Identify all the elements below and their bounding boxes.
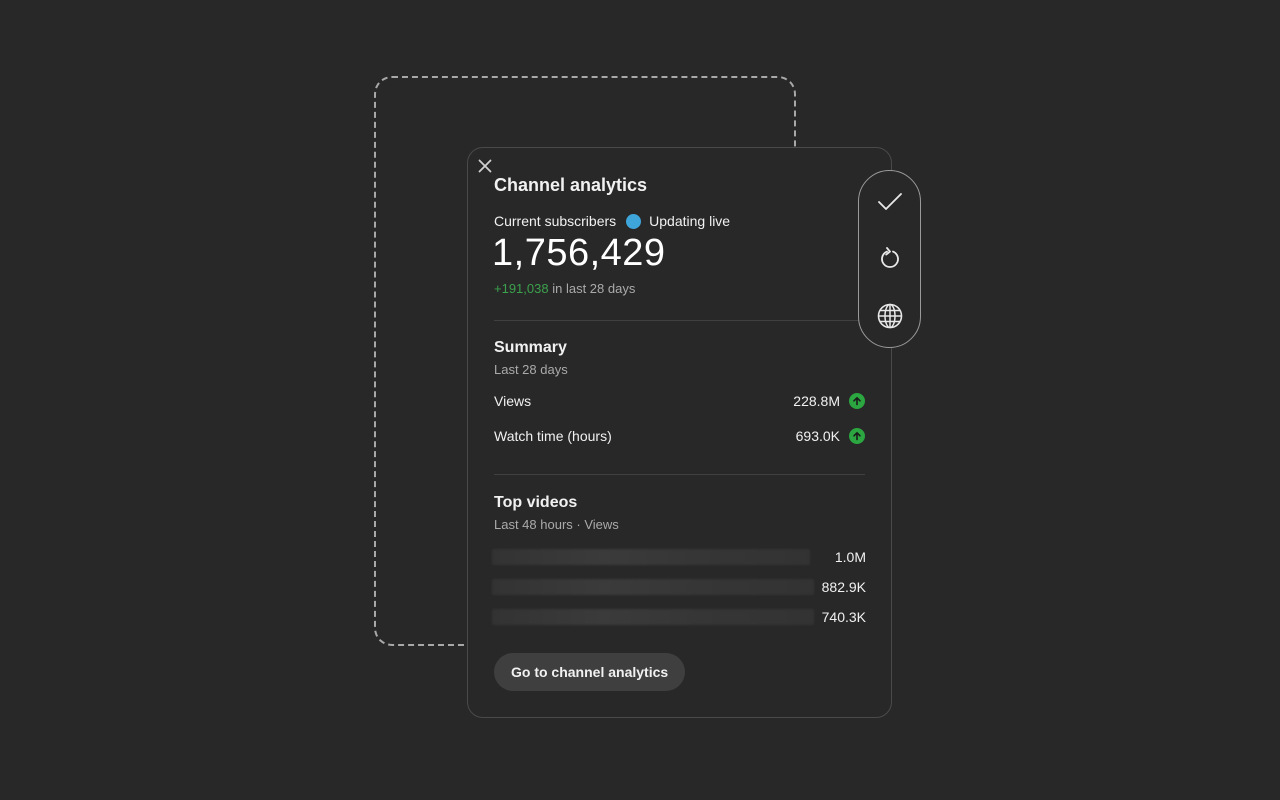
delta-suffix: in last 28 days <box>552 281 636 296</box>
metric-label: Views <box>494 393 532 409</box>
check-icon <box>877 193 902 210</box>
summary-period: Last 28 days <box>494 362 568 377</box>
live-label: Updating live <box>649 213 731 229</box>
metric-label: Watch time (hours) <box>494 428 612 444</box>
metric-value: 693.0K <box>795 428 840 444</box>
refresh-icon <box>880 247 899 268</box>
card-title: Channel analytics <box>494 175 648 195</box>
go-to-channel-analytics-button[interactable]: Go to channel analytics <box>494 653 686 691</box>
close-icon <box>478 159 492 173</box>
divider <box>494 474 865 475</box>
video-title-placeholder <box>492 549 810 565</box>
video-views: 882.9K <box>821 579 866 595</box>
video-views: 1.0M <box>834 549 866 565</box>
metric-value: 228.8M <box>793 393 840 409</box>
summary-title: Summary <box>494 339 567 356</box>
video-views: 740.3K <box>821 609 866 625</box>
arrow-up-icon <box>849 393 865 409</box>
language-button[interactable] <box>859 296 920 336</box>
delta-value: +191,038 <box>494 281 549 296</box>
stage: Channel analytics Current subscribers Up… <box>0 0 1280 800</box>
video-title-placeholder <box>492 579 814 595</box>
video-title-placeholder <box>492 609 814 625</box>
metric-row-views: Views 228.8M <box>494 391 865 411</box>
arrow-up-icon <box>849 428 865 444</box>
video-row[interactable]: 882.9K <box>492 578 866 596</box>
refresh-button[interactable] <box>859 239 920 279</box>
live-indicator-dot <box>626 213 642 229</box>
video-row[interactable]: 740.3K <box>492 608 866 626</box>
subscriber-delta: +191,038 in last 28 days <box>494 281 635 296</box>
confirm-button[interactable] <box>859 182 920 222</box>
close-button[interactable] <box>476 157 494 175</box>
subscriber-count: 1,756,429 <box>492 232 666 274</box>
globe-icon <box>877 303 902 329</box>
video-row[interactable]: 1.0M <box>492 548 866 566</box>
top-videos-period: Last 48 hours · Views <box>494 517 619 532</box>
subscribers-row: Current subscribers Updating live <box>494 213 730 229</box>
metric-row-watch-time: Watch time (hours) 693.0K <box>494 426 865 446</box>
subscribers-label: Current subscribers <box>494 213 617 229</box>
divider <box>494 320 865 321</box>
top-videos-title: Top videos <box>494 494 578 511</box>
floating-toolbar <box>858 170 921 348</box>
